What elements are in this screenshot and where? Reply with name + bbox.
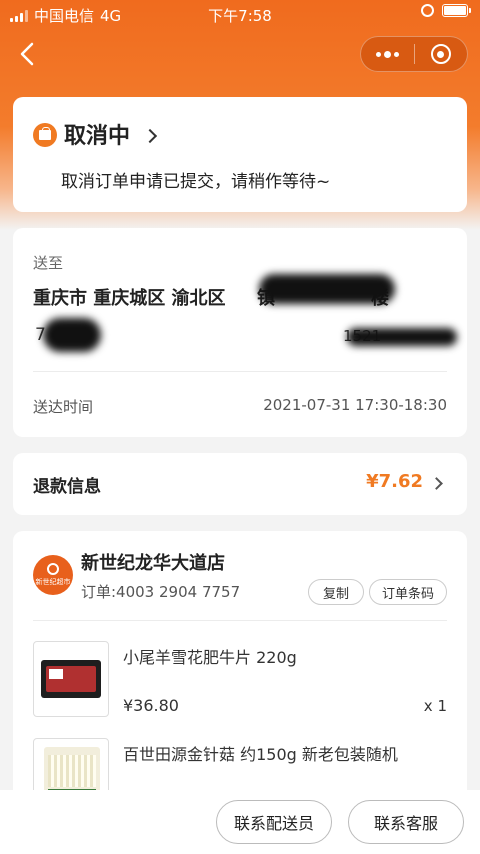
divider	[33, 371, 447, 372]
shopping-bag-icon	[33, 123, 57, 147]
store-name: 新世纪龙华大道店	[81, 553, 225, 574]
refund-amount: ¥7.62	[366, 471, 423, 492]
delivery-time-label: 送达时间	[33, 398, 94, 416]
product-image	[33, 641, 109, 717]
order-number: 订单:4003 2904 7757	[81, 583, 241, 601]
order-status-description: 取消订单申请已提交，请稍作等待~	[61, 172, 331, 192]
bottom-action-bar: 联系配送员 联系客服	[0, 790, 480, 854]
more-dots-icon	[375, 50, 399, 58]
product-name: 百世田源金针菇 约150g 新老包装随机	[123, 745, 398, 764]
status-bar: 中国电信 4G 下午7:58	[0, 0, 480, 28]
delivery-address: 重庆市 重庆城区 渝北区	[33, 288, 226, 309]
deliver-to-label: 送至	[33, 254, 64, 272]
redaction-scribble	[43, 318, 101, 352]
chevron-left-icon	[20, 42, 34, 66]
close-miniapp-button[interactable]	[415, 37, 468, 71]
product-quantity: x 1	[423, 697, 447, 715]
redaction-scribble	[259, 274, 395, 304]
store-logo-text: 新世纪超市	[35, 578, 71, 586]
refund-row[interactable]: 退款信息 ¥7.62	[13, 453, 467, 515]
store-logo-mark-icon	[47, 563, 59, 575]
contact-courier-button[interactable]: 联系配送员	[216, 800, 332, 844]
copy-button[interactable]: 复制	[308, 579, 364, 605]
refund-label: 退款信息	[33, 477, 101, 497]
divider	[33, 620, 447, 621]
product-name: 小尾羊雪花肥牛片 220g	[123, 648, 297, 667]
miniapp-capsule	[360, 36, 468, 72]
orientation-lock-icon	[421, 4, 434, 17]
store-logo: 新世纪超市	[33, 555, 73, 595]
contact-service-button[interactable]: 联系客服	[348, 800, 464, 844]
clock: 下午7:58	[208, 7, 272, 25]
target-icon	[430, 44, 451, 64]
product-price: ¥36.80	[123, 696, 179, 715]
redaction-scribble	[347, 328, 457, 346]
delivery-time-value: 2021-07-31 17:30-18:30	[263, 396, 447, 414]
more-button[interactable]	[361, 37, 414, 71]
order-status-card[interactable]: 取消中 取消订单申请已提交，请稍作等待~	[13, 97, 467, 212]
order-barcode-button[interactable]: 订单条码	[369, 579, 447, 605]
battery-icon	[442, 4, 471, 17]
back-button[interactable]	[14, 38, 42, 70]
order-status-title: 取消中	[64, 124, 131, 149]
chevron-right-icon	[142, 128, 158, 144]
chevron-right-icon	[430, 477, 443, 490]
delivery-card: 送至 重庆市 重庆城区 渝北区 镇 楼 7 1521 送达时间 2021-07-…	[13, 228, 467, 437]
